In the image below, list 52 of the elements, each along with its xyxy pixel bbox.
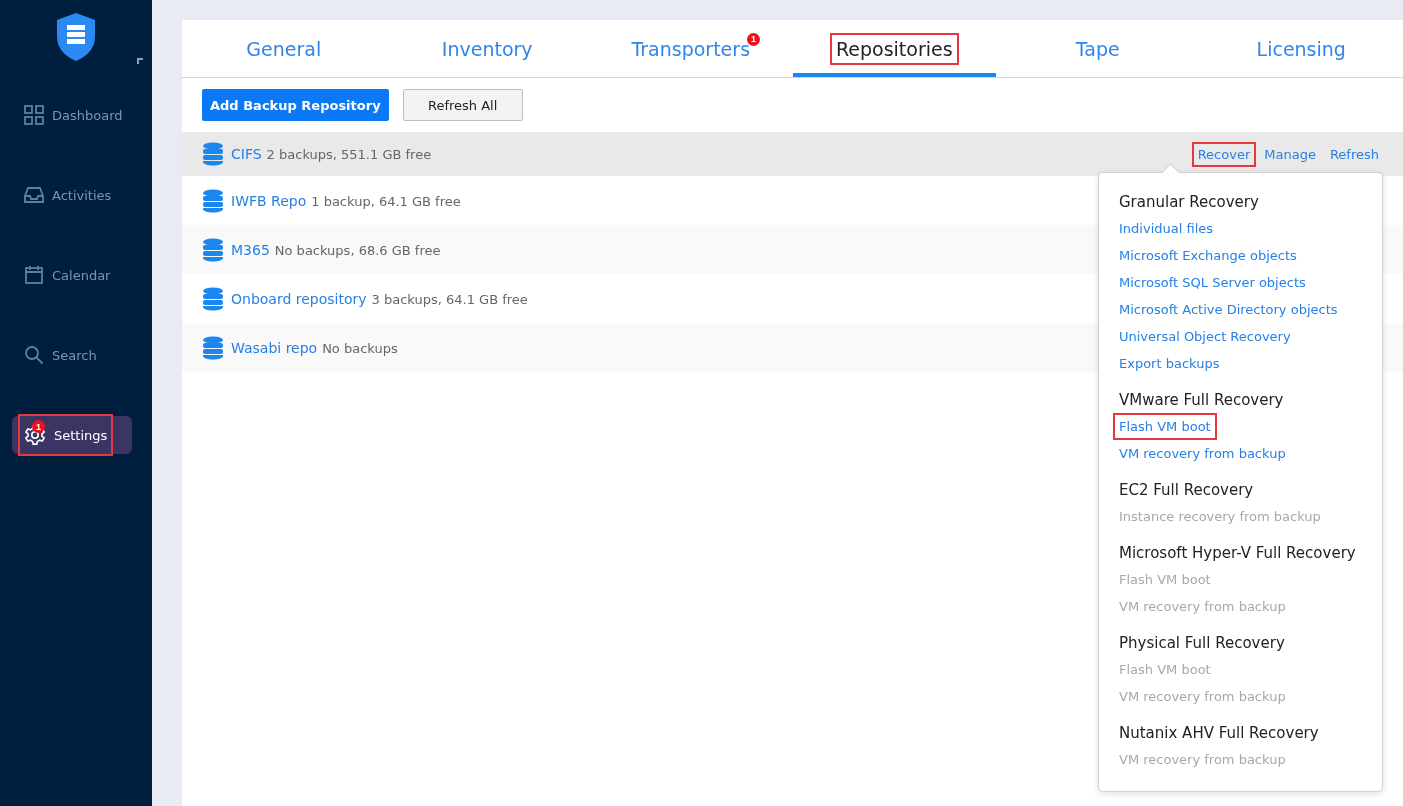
repository-details: No backups	[322, 340, 398, 356]
tab[interactable]: Repositories	[792, 20, 996, 77]
notification-badge: 1	[747, 32, 761, 46]
menu-item[interactable]: Flash VM boot	[1115, 415, 1215, 438]
repository-name[interactable]: M365	[231, 241, 270, 258]
database-icon	[202, 142, 224, 166]
menu-item[interactable]: Universal Object Recovery	[1115, 325, 1295, 348]
menu-group-title: Granular Recovery	[1119, 192, 1259, 213]
action-link[interactable]: Manage	[1260, 143, 1320, 165]
menu-item[interactable]: VM recovery from backup	[1115, 442, 1290, 465]
nav-item[interactable]: Search	[12, 336, 132, 374]
menu-group-title: Physical Full Recovery	[1119, 633, 1285, 654]
search-icon	[24, 345, 44, 365]
repository-details: 1 backup, 64.1 GB free	[311, 193, 461, 209]
calendar-icon	[24, 265, 44, 285]
grid-icon	[24, 105, 44, 125]
tab[interactable]: Licensing	[1199, 20, 1403, 77]
database-icon	[202, 237, 224, 262]
nav-item[interactable]: Calendar	[12, 256, 132, 294]
menu-group-title: Microsoft Hyper-V Full Recovery	[1119, 543, 1356, 564]
database-icon	[202, 335, 224, 360]
nav-item[interactable]: 1 Settings	[12, 416, 132, 454]
repository-details: 2 backups, 551.1 GB free	[266, 147, 432, 162]
action-link[interactable]: Recover	[1193, 143, 1255, 165]
menu-group-title: Nutanix AHV Full Recovery	[1119, 723, 1319, 744]
repository-name[interactable]: CIFS	[231, 146, 262, 162]
database-icon	[202, 286, 224, 311]
menu-group-title: VMware Full Recovery	[1119, 390, 1284, 411]
menu-group-title: EC2 Full Recovery	[1119, 480, 1254, 501]
repository-details: No backups, 68.6 GB free	[274, 242, 441, 258]
notification-badge: 1	[32, 420, 45, 433]
nav-item[interactable]: Activities	[12, 176, 132, 214]
repository-row[interactable]: CIFS 2 backups, 551.1 GB free Recover Manage Refresh	[182, 132, 1403, 176]
repository-name[interactable]: IWFB Repo	[231, 192, 307, 209]
shield-logo-icon	[55, 12, 97, 62]
tab[interactable]: Inventory	[385, 20, 589, 77]
menu-item[interactable]: Microsoft Exchange objects	[1115, 244, 1301, 267]
tab[interactable]: Tape	[996, 20, 1200, 77]
toolbar-button[interactable]: Refresh All	[402, 89, 523, 121]
toolbar-button[interactable]: Add Backup Repository	[202, 89, 389, 121]
repository-name[interactable]: Onboard repository	[231, 290, 367, 307]
menu-item[interactable]: Microsoft Active Directory objects	[1115, 298, 1342, 321]
repository-details: 3 backups, 64.1 GB free	[371, 291, 528, 307]
nav-item[interactable]: Dashboard	[12, 96, 132, 134]
menu-item[interactable]: Microsoft SQL Server objects	[1115, 271, 1310, 294]
corner-icon[interactable]	[137, 58, 143, 64]
repository-name[interactable]: Wasabi repo	[231, 339, 318, 356]
database-icon	[202, 188, 224, 213]
action-link[interactable]: Refresh	[1325, 143, 1383, 165]
tab[interactable]: General	[182, 20, 386, 77]
menu-item[interactable]: Export backups	[1115, 352, 1224, 375]
inbox-icon	[24, 185, 44, 205]
